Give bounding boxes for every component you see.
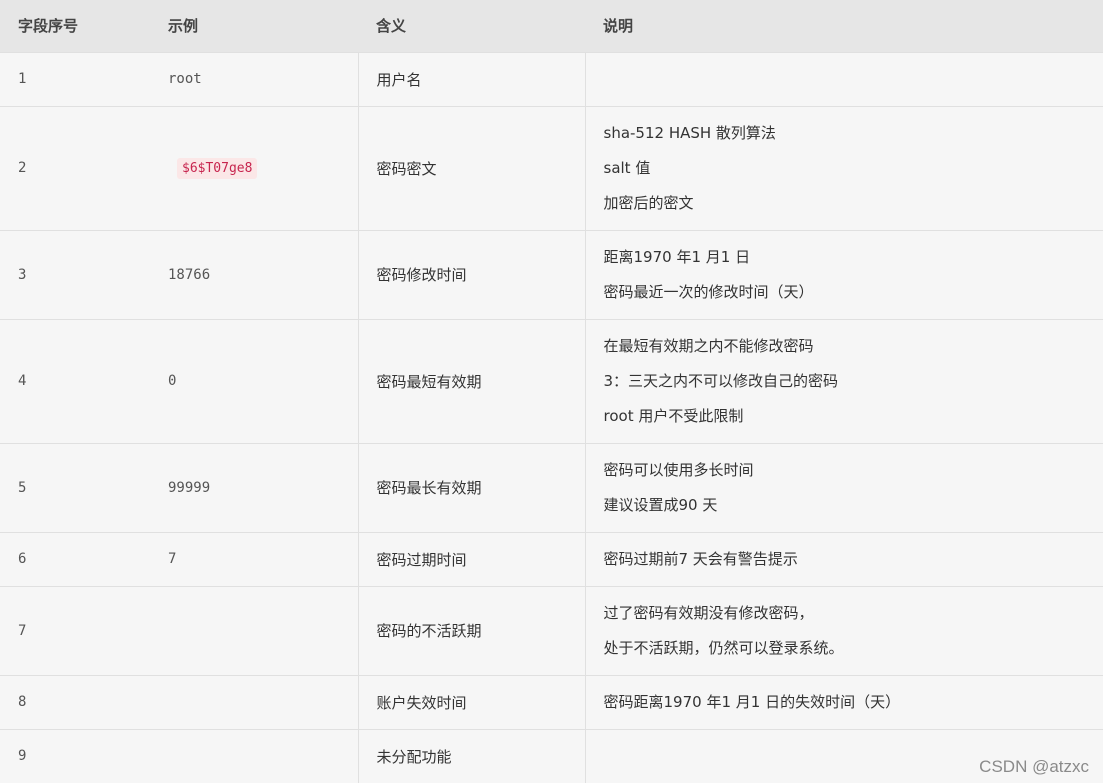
description-line: 建议设置成90 天: [603, 495, 718, 514]
table-body: 1 root 用户名 2 $6$T07ge8 密码密文 sha-512 HASH 散列算法 s…: [0, 52, 1103, 783]
example-cell: root: [150, 52, 358, 106]
meaning-cell: 账户失效时间: [357, 675, 585, 729]
example-cell: [150, 586, 358, 675]
description-line: root 用户不受此限制: [603, 406, 744, 425]
description-line: 密码最近一次的修改时间（天）: [603, 282, 814, 301]
meaning-cell: 用户名: [357, 52, 585, 106]
example-cell: [150, 729, 358, 783]
field-number-cell: 1: [0, 52, 150, 106]
description-cell: 在最短有效期之内不能修改密码 3：三天之内不可以修改自己的密码 root 用户不受此…: [584, 319, 1103, 443]
field-number-cell: 7: [0, 586, 150, 675]
meaning-cell: 密码过期时间: [357, 532, 585, 586]
header-example: 示例: [168, 17, 199, 36]
description-cell: [584, 52, 1103, 106]
field-number-cell: 6: [0, 532, 150, 586]
table-header: 字段序号 示例 含义 说明: [0, 0, 1103, 52]
example-cell: 18766: [150, 230, 358, 319]
example-cell: $6$T07ge8: [150, 106, 358, 230]
description-cell: 距离1970 年1 月1 日密码最近一次的修改时间（天）: [584, 230, 1103, 319]
header-field-number: 字段序号: [18, 17, 79, 36]
field-number-cell: 4: [0, 319, 150, 443]
header-meaning: 含义: [376, 17, 407, 36]
field-number-cell: 5: [0, 443, 150, 532]
description-line: 3：三天之内不可以修改自己的密码: [603, 371, 839, 390]
meaning-cell: 密码最长有效期: [357, 443, 585, 532]
description-cell: 密码可以使用多长时间 建议设置成90 天: [584, 443, 1103, 532]
description-line: salt 值: [603, 158, 651, 177]
description-line: sha-512 HASH 散列算法: [603, 123, 776, 142]
table-row: 6 7 密码过期时间 密码过期前7 天会有警告提示: [0, 532, 1103, 586]
table-row: 2 $6$T07ge8 密码密文 sha-512 HASH 散列算法 salt 值加密后…: [0, 106, 1103, 230]
header-description: 说明: [603, 17, 634, 36]
description-line: 距离1970 年1 月1 日: [603, 247, 751, 266]
table-row: 3 18766 密码修改时间 距离1970 年1 月1 日密码最近一次的修改时间（天）: [0, 230, 1103, 319]
field-number-cell: 8: [0, 675, 150, 729]
field-number-cell: 2: [0, 106, 150, 230]
table-row: 5 99999 密码最长有效期 密码可以使用多长时间 建议设置成90 天: [0, 443, 1103, 532]
table-row: 4 0 密码最短有效期 在最短有效期之内不能修改密码 3：三天之内不可以修改自己的密码 r…: [0, 319, 1103, 443]
description-line: 密码过期前7 天会有警告提示: [603, 549, 798, 568]
field-number-cell: 3: [0, 230, 150, 319]
description-line: 密码可以使用多长时间: [603, 460, 754, 479]
description-line: 在最短有效期之内不能修改密码: [603, 336, 814, 355]
description-line: 密码距离1970 年1 月1 日的失效时间（天）: [603, 692, 901, 711]
example-cell: 0: [150, 319, 358, 443]
description-line: 处于不活跃期，仍然可以登录系统。: [603, 638, 844, 657]
field-number-cell: 9: [0, 729, 150, 783]
description-cell: sha-512 HASH 散列算法 salt 值加密后的密文: [584, 106, 1103, 230]
shadow-fields-table: 字段序号 示例 含义 说明 1 root 用户名 2 $6$T07ge8 密码密文 sha-…: [0, 0, 1103, 783]
meaning-cell: 密码的不活跃期: [357, 586, 585, 675]
description-cell: 密码过期前7 天会有警告提示: [584, 532, 1103, 586]
example-cell: 7: [150, 532, 358, 586]
meaning-cell: 未分配功能: [357, 729, 585, 783]
table-row: 7 密码的不活跃期 过了密码有效期没有修改密码， 处于不活跃期，仍然可以登录系统。: [0, 586, 1103, 675]
table-row: 1 root 用户名: [0, 52, 1103, 106]
meaning-cell: 密码修改时间: [357, 230, 585, 319]
meaning-cell: 密码密文: [357, 106, 585, 230]
watermark: CSDN @atzxc: [979, 757, 1089, 776]
example-cell: [150, 675, 358, 729]
description-cell: 密码距离1970 年1 月1 日的失效时间（天）: [584, 675, 1103, 729]
description-cell: 过了密码有效期没有修改密码， 处于不活跃期，仍然可以登录系统。: [584, 586, 1103, 675]
description-line: 加密后的密文: [603, 193, 694, 212]
meaning-cell: 密码最短有效期: [357, 319, 585, 443]
inline-code: $6$T07ge8: [177, 157, 258, 179]
table-row: 9 未分配功能: [0, 729, 1103, 783]
example-cell: 99999: [150, 443, 358, 532]
description-line: 过了密码有效期没有修改密码，: [603, 603, 814, 622]
table-row: 8 账户失效时间 密码距离1970 年1 月1 日的失效时间（天）: [0, 675, 1103, 729]
